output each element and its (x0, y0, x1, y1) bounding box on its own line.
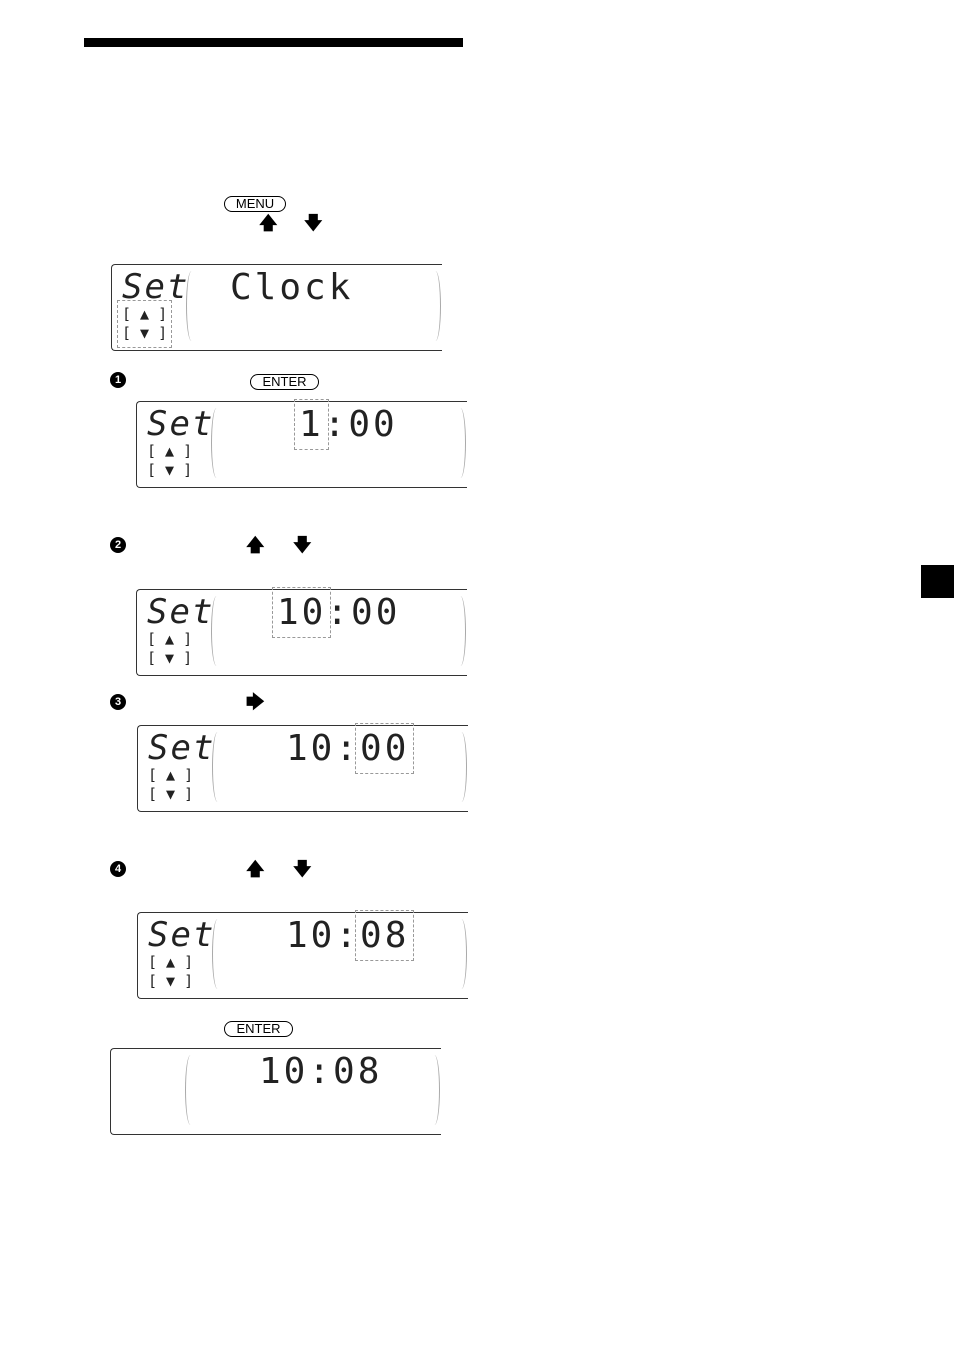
display-bracket-right (456, 732, 467, 802)
up-down-indicator: [ ▲ ] [ ▼ ] (148, 766, 194, 803)
menu-button: MENU (224, 196, 286, 212)
lcd-display-minute-00: Set [ ▲ ] [ ▼ ] 10:00 (137, 723, 468, 812)
right-arrow-icon: 🡆 (246, 692, 265, 712)
flashing-hour: 1 (294, 399, 329, 450)
set-indicator: Set (148, 728, 216, 768)
display-bracket-left (212, 919, 223, 989)
down-arrow-icon: 🡇 (293, 535, 312, 555)
hour: 10: (286, 915, 361, 956)
display-bracket-left (186, 271, 197, 341)
down-arrow-icon: 🡇 (304, 213, 323, 233)
flashing-minutes: 08 (354, 910, 415, 961)
enter-button: ENTER (250, 374, 319, 390)
section-tab-marker (921, 565, 954, 598)
up-arrow-icon: 🡅 (246, 859, 265, 879)
enter-button: ENTER (224, 1021, 293, 1037)
lcd-display-hour-1: Set [ ▲ ] [ ▼ ] 1:00 (136, 399, 467, 488)
lcd-display-minute-08: Set [ ▲ ] [ ▼ ] 10:08 (137, 910, 468, 999)
minutes: :00 (326, 592, 401, 633)
set-indicator: Set (147, 404, 215, 444)
display-bracket-right (430, 271, 441, 341)
section-header-bar (84, 38, 463, 47)
step-2-icon: 2 (110, 537, 126, 553)
set-indicator: Set (147, 592, 215, 632)
step-4-icon: 4 (110, 861, 126, 877)
flashing-hour: 10 (271, 587, 332, 638)
display-bracket-left (212, 732, 223, 802)
lcd-display-final-time: 10:08 (110, 1048, 441, 1135)
minutes: :00 (323, 404, 398, 445)
clock-time: 10:08 (259, 1051, 383, 1092)
display-bracket-right (455, 408, 466, 478)
lcd-display-hour-10: Set [ ▲ ] [ ▼ ] 10:00 (136, 587, 467, 676)
display-text: Clock (230, 267, 354, 308)
display-bracket-right (456, 919, 467, 989)
up-arrow-icon: 🡅 (259, 213, 278, 233)
up-down-indicator: [ ▲ ] [ ▼ ] (116, 300, 173, 348)
flashing-minutes: 00 (354, 723, 415, 774)
display-bracket-right (455, 596, 466, 666)
down-arrow-icon: 🡇 (293, 859, 312, 879)
step-1-icon: 1 (110, 372, 126, 388)
up-down-indicator: [ ▲ ] [ ▼ ] (147, 442, 193, 479)
up-down-indicator: [ ▲ ] [ ▼ ] (147, 630, 193, 667)
set-indicator: Set (122, 267, 190, 307)
set-indicator: Set (148, 915, 216, 955)
display-bracket-left (211, 596, 222, 666)
display-bracket-left (211, 408, 222, 478)
display-bracket-right (429, 1055, 440, 1125)
display-bracket-left (185, 1055, 196, 1125)
up-down-indicator: [ ▲ ] [ ▼ ] (148, 953, 194, 990)
up-arrow-icon: 🡅 (246, 535, 265, 555)
lcd-display-set-clock: Set [ ▲ ] [ ▼ ] Clock (111, 264, 442, 351)
hour: 10: (286, 728, 361, 769)
step-3-icon: 3 (110, 694, 126, 710)
